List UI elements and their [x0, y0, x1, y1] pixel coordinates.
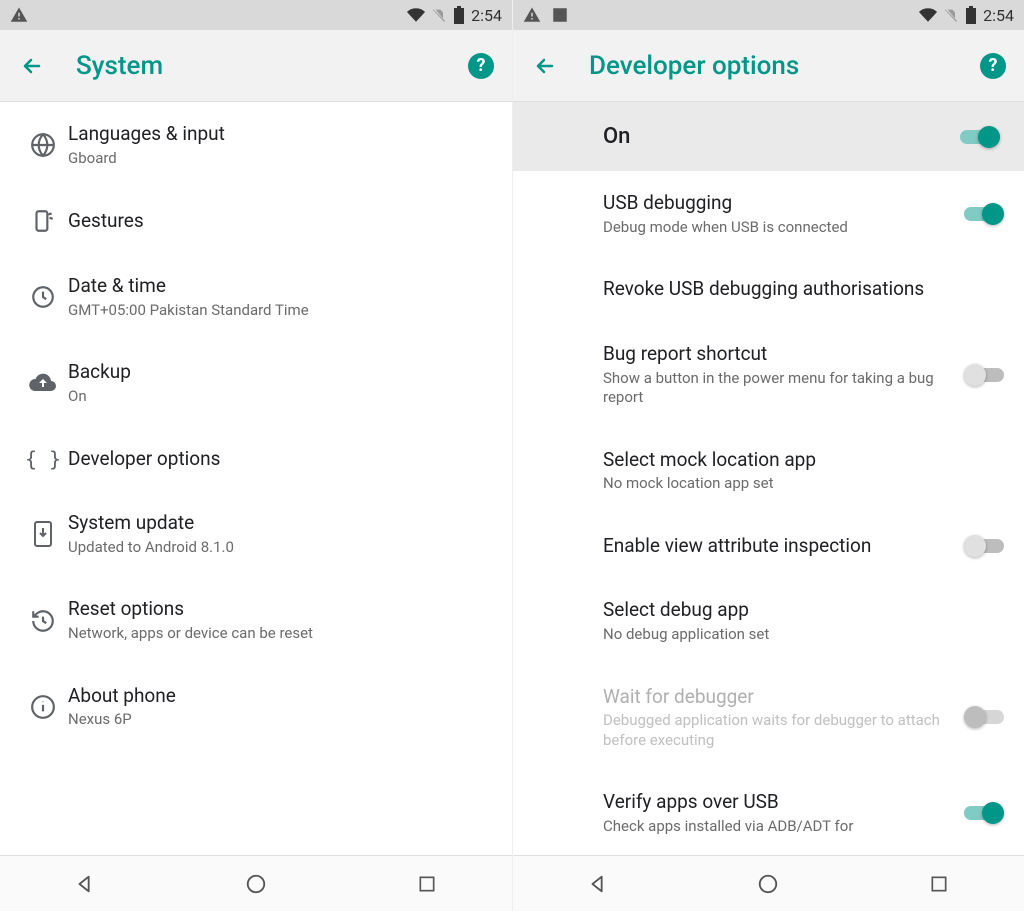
row-select-mock-location[interactable]: Select mock location app No mock locatio… [513, 428, 1024, 514]
row-developer-options[interactable]: { } Developer options [0, 427, 512, 492]
row-sub: Debugged application waits for debugger … [603, 711, 952, 750]
battery-icon [965, 6, 977, 24]
row-sub: Show a button in the power menu for taki… [603, 369, 952, 408]
row-title: Select debug app [603, 598, 992, 623]
row-view-attribute-inspection[interactable]: Enable view attribute inspection [513, 514, 1024, 579]
navigation-bar [513, 855, 1024, 911]
row-title: Verify apps over USB [603, 790, 952, 815]
row-revoke-usb-auth[interactable]: Revoke USB debugging authorisations [513, 257, 1024, 322]
row-sub: Updated to Android 8.1.0 [68, 538, 480, 558]
row-title: Bug report shortcut [603, 342, 952, 367]
no-sim-icon [431, 7, 447, 23]
system-settings-list: Languages & input Gboard Gestures Date &… [0, 102, 512, 855]
header: System ? [0, 30, 512, 102]
row-backup[interactable]: Backup On [0, 340, 512, 426]
page-title: System [76, 51, 163, 81]
toggle-switch[interactable] [964, 802, 1004, 824]
globe-icon [18, 132, 68, 158]
back-button[interactable] [18, 52, 46, 80]
status-time: 2:54 [983, 6, 1014, 25]
row-title: Revoke USB debugging authorisations [603, 277, 992, 302]
row-languages-input[interactable]: Languages & input Gboard [0, 102, 512, 188]
nav-back-button[interactable] [72, 871, 98, 897]
row-system-update[interactable]: System update Updated to Android 8.1.0 [0, 491, 512, 577]
warning-icon [10, 6, 28, 24]
row-bug-report-shortcut[interactable]: Bug report shortcut Show a button in the… [513, 322, 1024, 428]
nav-recent-button[interactable] [414, 871, 440, 897]
wifi-icon [919, 6, 937, 24]
toggle-switch[interactable] [964, 364, 1004, 386]
cloud-upload-icon [18, 372, 68, 394]
row-sub: Network, apps or device can be reset [68, 624, 480, 644]
row-sub: Check apps installed via ADB/ADT for [603, 817, 952, 837]
system-update-icon [18, 520, 68, 548]
battery-icon [453, 6, 465, 24]
developer-options-list: On USB debugging Debug mode when USB is … [513, 102, 1024, 855]
nav-recent-button[interactable] [926, 871, 952, 897]
image-icon [551, 6, 569, 24]
row-title: Languages & input [68, 122, 480, 147]
gesture-icon [18, 208, 68, 234]
row-usb-debugging[interactable]: USB debugging Debug mode when USB is con… [513, 171, 1024, 257]
row-title: Reset options [68, 597, 480, 622]
no-sim-icon [943, 7, 959, 23]
master-toggle-switch[interactable] [960, 126, 1000, 148]
row-title: Enable view attribute inspection [603, 534, 952, 559]
master-toggle-label: On [603, 124, 630, 149]
status-time: 2:54 [471, 6, 502, 25]
row-about-phone[interactable]: About phone Nexus 6P [0, 664, 512, 750]
screen-system: 2:54 System ? Languages & input Gboard [0, 0, 512, 911]
restore-icon [18, 608, 68, 634]
row-title: Select mock location app [603, 448, 992, 473]
info-icon [18, 694, 68, 720]
row-sub: Nexus 6P [68, 710, 480, 730]
help-button[interactable]: ? [980, 53, 1006, 79]
clock-icon [18, 284, 68, 310]
header: Developer options ? [513, 30, 1024, 102]
row-sub: Gboard [68, 149, 480, 169]
row-date-time[interactable]: Date & time GMT+05:00 Pakistan Standard … [0, 254, 512, 340]
row-gestures[interactable]: Gestures [0, 188, 512, 254]
row-reset-options[interactable]: Reset options Network, apps or device ca… [0, 577, 512, 663]
status-bar: 2:54 [0, 0, 512, 30]
screen-developer-options: 2:54 Developer options ? On USB debuggin… [512, 0, 1024, 911]
nav-home-button[interactable] [243, 871, 269, 897]
row-select-debug-app[interactable]: Select debug app No debug application se… [513, 578, 1024, 664]
row-title: Backup [68, 360, 480, 385]
row-title: About phone [68, 684, 480, 709]
toggle-switch[interactable] [964, 203, 1004, 225]
nav-home-button[interactable] [755, 871, 781, 897]
wifi-icon [407, 6, 425, 24]
row-sub: On [68, 387, 480, 407]
nav-back-button[interactable] [585, 871, 611, 897]
row-sub: Debug mode when USB is connected [603, 218, 952, 238]
row-title: System update [68, 511, 480, 536]
row-sub: No mock location app set [603, 474, 992, 494]
row-title: Gestures [68, 209, 480, 234]
row-title: Wait for debugger [603, 685, 952, 710]
help-button[interactable]: ? [468, 53, 494, 79]
row-sub: No debug application set [603, 625, 992, 645]
master-toggle-row[interactable]: On [513, 102, 1024, 171]
status-bar: 2:54 [513, 0, 1024, 30]
row-title: Date & time [68, 274, 480, 299]
navigation-bar [0, 855, 512, 911]
toggle-switch [964, 706, 1004, 728]
row-verify-apps-over-usb[interactable]: Verify apps over USB Check apps installe… [513, 770, 1024, 840]
row-sub: GMT+05:00 Pakistan Standard Time [68, 301, 480, 321]
row-title: Developer options [68, 447, 480, 472]
toggle-switch[interactable] [964, 535, 1004, 557]
row-title: USB debugging [603, 191, 952, 216]
braces-icon: { } [18, 447, 68, 471]
warning-icon [523, 6, 541, 24]
back-button[interactable] [531, 52, 559, 80]
page-title: Developer options [589, 51, 799, 81]
row-wait-for-debugger: Wait for debugger Debugged application w… [513, 665, 1024, 771]
